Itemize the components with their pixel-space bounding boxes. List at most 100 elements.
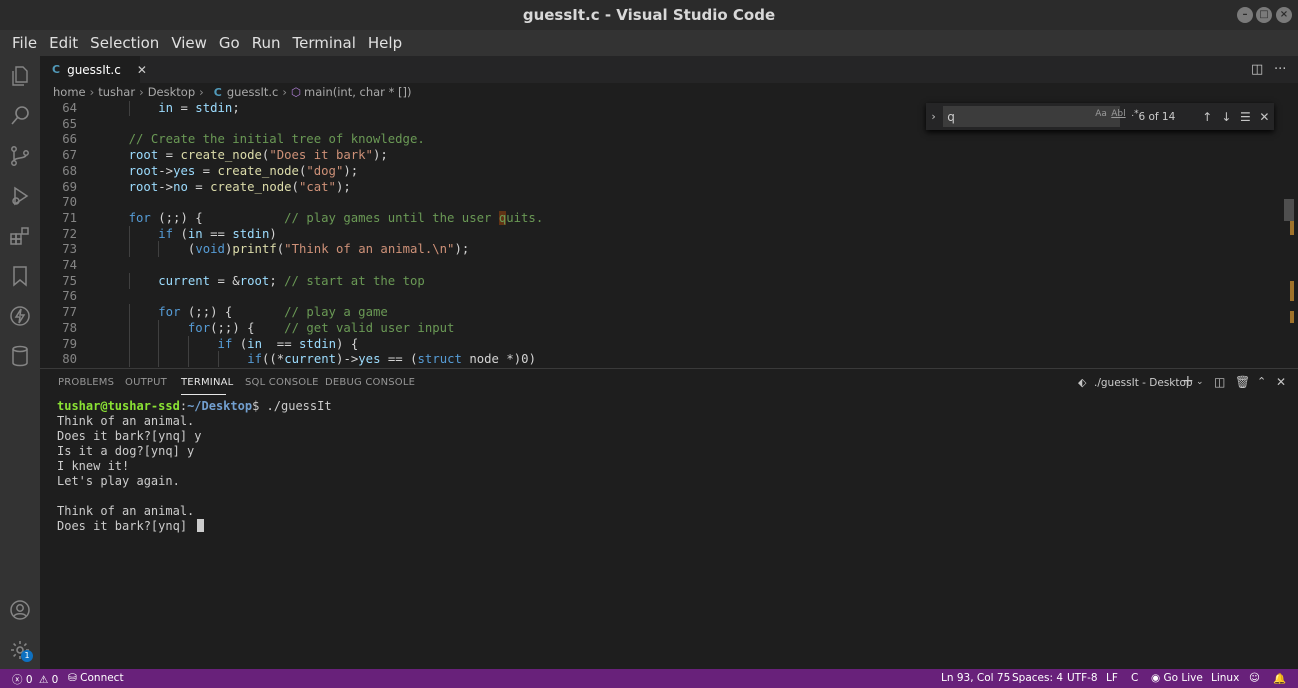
breadcrumb-tushar[interactable]: tushar bbox=[98, 85, 135, 99]
notifications-icon[interactable]: 🔔 bbox=[1273, 672, 1286, 685]
prompt-path: ~/Desktop bbox=[187, 399, 253, 413]
regex-toggle[interactable]: .* bbox=[1131, 109, 1138, 119]
match-case-toggle[interactable]: Aa bbox=[1095, 109, 1107, 119]
overview-ruler[interactable] bbox=[1284, 101, 1294, 368]
indent-guide bbox=[158, 335, 160, 352]
breadcrumb-file[interactable]: guessIt.c bbox=[227, 85, 279, 99]
line-number: 74 bbox=[62, 258, 77, 272]
chevron-right-icon: › bbox=[139, 85, 144, 99]
line-number: 66 bbox=[62, 132, 77, 147]
terminal-dropdown-icon[interactable]: ⌄ bbox=[1196, 377, 1204, 387]
indent-guide bbox=[128, 225, 130, 242]
accounts-badge: 1 bbox=[21, 650, 33, 662]
bookmark-icon[interactable] bbox=[8, 264, 32, 288]
extensions-icon[interactable] bbox=[8, 224, 32, 248]
code-text: (void)printf("Think of an animal.\n"); bbox=[187, 242, 470, 257]
terminal-input-line: Does it bark?[ynq] bbox=[57, 519, 1277, 534]
connect-label: Connect bbox=[80, 672, 124, 684]
menu-help[interactable]: Help bbox=[362, 34, 408, 52]
toggle-replace-icon[interactable]: › bbox=[926, 110, 941, 123]
menu-edit[interactable]: Edit bbox=[43, 34, 84, 52]
scrollbar-thumb[interactable] bbox=[1284, 199, 1294, 221]
tab-guessit-c[interactable]: C guessIt.c ✕ bbox=[40, 56, 147, 83]
os-status[interactable]: Linux bbox=[1211, 672, 1239, 684]
line-number: 70 bbox=[62, 195, 77, 210]
previous-match-icon[interactable]: ↑ bbox=[1198, 110, 1217, 124]
language-status[interactable]: C bbox=[1131, 672, 1138, 684]
line-number: 68 bbox=[62, 163, 77, 178]
breadcrumb-home[interactable]: home bbox=[53, 85, 86, 99]
search-icon[interactable] bbox=[8, 104, 32, 128]
kill-terminal-icon[interactable]: 🗑 bbox=[1235, 375, 1250, 389]
indent-guide bbox=[128, 335, 130, 352]
terminal-line: Does it bark?[ynq] y bbox=[57, 429, 202, 443]
eol-status[interactable]: LF bbox=[1106, 672, 1118, 684]
menu-run[interactable]: Run bbox=[246, 34, 287, 52]
go-live-label: Go Live bbox=[1163, 672, 1203, 684]
code-text: in = stdin; bbox=[158, 101, 240, 115]
tab-debug-console[interactable]: DEBUG CONSOLE bbox=[325, 377, 415, 388]
run-debug-icon[interactable] bbox=[8, 184, 32, 208]
code-line: 69 root->no = create_node("cat"); bbox=[40, 179, 1280, 195]
terminal-line: Let's play again. bbox=[57, 474, 180, 488]
tab-close-icon[interactable]: ✕ bbox=[137, 63, 147, 77]
tab-problems[interactable]: PROBLEMS bbox=[58, 377, 114, 388]
code-editor[interactable]: 64 in = stdin; 65 66 // Create the initial t… bbox=[40, 101, 1298, 368]
code-text: for (;;) { // play games until the user … bbox=[128, 210, 544, 225]
more-actions-icon[interactable]: ··· bbox=[1274, 62, 1286, 77]
cursor-position[interactable]: Ln 93, Col 75 bbox=[941, 672, 1010, 684]
feedback-icon[interactable]: ☺ bbox=[1249, 672, 1260, 684]
terminal-line: Think of an animal. bbox=[57, 414, 195, 428]
menu-terminal[interactable]: Terminal bbox=[287, 34, 362, 52]
close-panel-icon[interactable]: ✕ bbox=[1276, 375, 1286, 389]
window-title: guessIt.c - Visual Studio Code bbox=[522, 6, 776, 24]
split-terminal-icon[interactable]: ◫ bbox=[1214, 375, 1225, 389]
line-number: 67 bbox=[62, 148, 77, 163]
line-number: 64 bbox=[62, 101, 77, 115]
breadcrumb-symbol[interactable]: main(int, char * []) bbox=[304, 85, 411, 99]
tab-terminal[interactable]: TERMINAL bbox=[181, 377, 233, 388]
database-icon[interactable] bbox=[8, 344, 32, 368]
account-icon[interactable] bbox=[8, 598, 32, 622]
explorer-icon[interactable] bbox=[8, 64, 32, 88]
menu-selection[interactable]: Selection bbox=[84, 34, 165, 52]
close-find-icon[interactable]: ✕ bbox=[1255, 110, 1274, 124]
code-text: // Create the initial tree of knowledge. bbox=[128, 132, 425, 147]
find-in-selection-icon[interactable]: ☰ bbox=[1236, 110, 1255, 124]
indent-guide bbox=[158, 351, 160, 368]
breadcrumb-desktop[interactable]: Desktop bbox=[148, 85, 195, 99]
code-text: current = &root; // start at the top bbox=[158, 273, 425, 288]
code-text: if (in == stdin) { bbox=[217, 336, 359, 351]
minimize-icon[interactable]: – bbox=[1237, 7, 1253, 23]
terminal-selector[interactable]: ./guessIt - Desktop bbox=[1094, 377, 1193, 389]
maximize-panel-icon[interactable]: ⌃ bbox=[1257, 375, 1266, 388]
tab-output[interactable]: OUTPUT bbox=[125, 377, 167, 388]
next-match-icon[interactable]: ↓ bbox=[1217, 110, 1236, 124]
go-live-button[interactable]: ◉ Go Live bbox=[1151, 672, 1203, 684]
connect-status[interactable]: ⛁ Connect bbox=[68, 672, 124, 684]
code-line: 68 root->yes = create_node("dog"); bbox=[40, 163, 1280, 179]
new-terminal-icon[interactable]: + bbox=[1182, 373, 1194, 389]
symbol-method-icon: ⬡ bbox=[290, 85, 301, 99]
terminal-line: I knew it! bbox=[57, 459, 130, 473]
maximize-icon[interactable]: □ bbox=[1256, 7, 1272, 23]
close-window-icon[interactable]: × bbox=[1276, 7, 1292, 23]
lightning-icon[interactable] bbox=[8, 304, 32, 328]
menu-go[interactable]: Go bbox=[213, 34, 246, 52]
encoding-status[interactable]: UTF-8 bbox=[1067, 672, 1098, 684]
match-whole-word-toggle[interactable]: Abl bbox=[1111, 109, 1125, 119]
indentation-status[interactable]: Spaces: 4 bbox=[1012, 672, 1063, 684]
terminal[interactable]: tushar@tushar-ssd:~/Desktop$ ./guessIt T… bbox=[57, 399, 1277, 659]
chevron-right-icon: › bbox=[89, 85, 95, 99]
split-editor-icon[interactable]: ◫ bbox=[1251, 62, 1263, 77]
manage-gear-icon[interactable]: 1 bbox=[8, 638, 33, 662]
menu-file[interactable]: File bbox=[6, 34, 43, 52]
menu-view[interactable]: View bbox=[165, 34, 213, 52]
indent-guide bbox=[128, 272, 130, 289]
find-input[interactable]: q Aa Abl .* bbox=[943, 106, 1139, 127]
line-number: 75 bbox=[62, 273, 77, 288]
tab-sql-console[interactable]: SQL CONSOLE bbox=[245, 377, 319, 388]
editor-tab-bar: C guessIt.c ✕ ◫ ··· bbox=[40, 56, 1298, 83]
problems-status[interactable]: ⓧ 0 ⚠ 0 bbox=[12, 672, 58, 687]
source-control-icon[interactable] bbox=[8, 144, 32, 168]
